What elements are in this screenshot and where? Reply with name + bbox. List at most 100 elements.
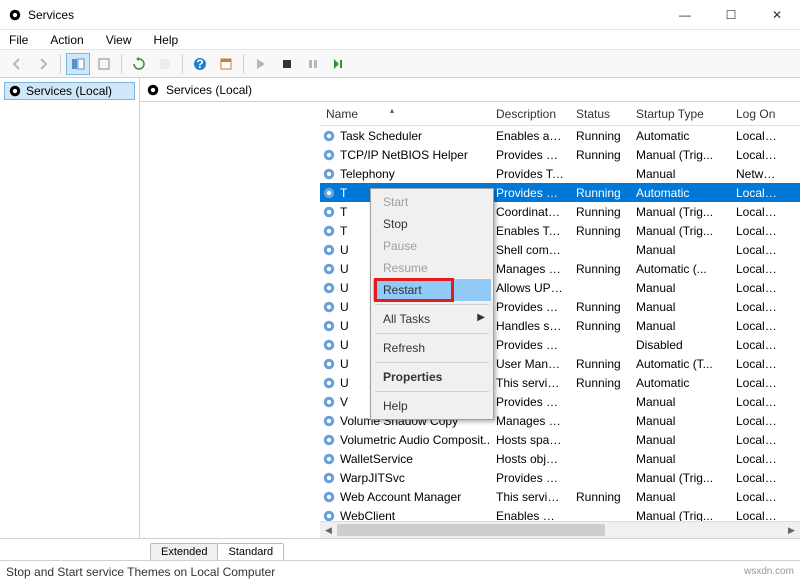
- gear-icon: [322, 452, 336, 466]
- service-description: Enables a us...: [490, 129, 570, 143]
- window-controls: — ☐ ✕: [662, 0, 800, 30]
- gear-icon: [322, 471, 336, 485]
- service-name: Web Account Manager: [340, 490, 461, 504]
- restart-service-button[interactable]: [327, 53, 351, 75]
- ctx-separator: [375, 391, 489, 392]
- title-bar: Services — ☐ ✕: [0, 0, 800, 30]
- service-row[interactable]: Task SchedulerEnables a us...RunningAuto…: [320, 126, 800, 145]
- gear-icon: [322, 186, 336, 200]
- column-description[interactable]: Description: [490, 107, 570, 121]
- refresh-button[interactable]: [127, 53, 151, 75]
- service-description: User Manag...: [490, 357, 570, 371]
- svg-text:?: ?: [196, 57, 203, 71]
- maximize-button[interactable]: ☐: [708, 0, 754, 30]
- service-logon: Local Sy: [730, 452, 785, 466]
- stop-service-button[interactable]: [275, 53, 299, 75]
- service-status: Running: [570, 148, 630, 162]
- gear-icon: [322, 148, 336, 162]
- gear-icon: [322, 281, 336, 295]
- menu-bar: File Action View Help: [0, 30, 800, 50]
- service-logon: Local Se: [730, 148, 785, 162]
- service-description: This service ...: [490, 490, 570, 504]
- ctx-resume: Resume: [373, 257, 491, 279]
- service-startup: Manual: [630, 167, 730, 181]
- service-name: T: [340, 224, 347, 238]
- pause-service-button[interactable]: [301, 53, 325, 75]
- scroll-track[interactable]: [337, 522, 783, 538]
- gear-icon: [8, 84, 22, 98]
- service-row[interactable]: Volumetric Audio Composit...Hosts spatia…: [320, 430, 800, 449]
- service-startup: Disabled: [630, 338, 730, 352]
- service-name: T: [340, 186, 347, 200]
- service-description: Shell comp...: [490, 243, 570, 257]
- minimize-button[interactable]: —: [662, 0, 708, 30]
- column-name[interactable]: Name▴: [320, 107, 490, 121]
- menu-action[interactable]: Action: [46, 31, 87, 49]
- scroll-thumb[interactable]: [337, 524, 605, 536]
- service-row[interactable]: TelephonyProvides Tel...ManualNetwork: [320, 164, 800, 183]
- service-description: Enables Tou...: [490, 224, 570, 238]
- tree-node-services-local[interactable]: Services (Local): [4, 82, 135, 100]
- service-logon: Local Sy: [730, 414, 785, 428]
- service-name: Task Scheduler: [340, 129, 422, 143]
- gear-icon: [322, 300, 336, 314]
- service-name: U: [340, 300, 349, 314]
- service-description: Handles sto...: [490, 319, 570, 333]
- ctx-refresh[interactable]: Refresh: [373, 337, 491, 359]
- scroll-left-button[interactable]: ◀: [320, 522, 337, 538]
- toolbar-separator: [60, 54, 61, 74]
- service-row[interactable]: WalletServiceHosts objec...ManualLocal S…: [320, 449, 800, 468]
- forward-button[interactable]: [31, 53, 55, 75]
- service-name: U: [340, 262, 349, 276]
- menu-file[interactable]: File: [5, 31, 32, 49]
- service-logon: Local Sy: [730, 243, 785, 257]
- menu-view[interactable]: View: [102, 31, 136, 49]
- gear-icon: [322, 338, 336, 352]
- column-log-on[interactable]: Log On: [730, 107, 785, 121]
- toolbar-separator: [121, 54, 122, 74]
- service-row[interactable]: TCP/IP NetBIOS HelperProvides su...Runni…: [320, 145, 800, 164]
- gear-icon: [322, 262, 336, 276]
- back-button[interactable]: [5, 53, 29, 75]
- close-button[interactable]: ✕: [754, 0, 800, 30]
- gear-icon: [146, 83, 160, 97]
- start-service-button[interactable]: [249, 53, 273, 75]
- service-startup: Manual: [630, 490, 730, 504]
- service-startup: Automatic: [630, 376, 730, 390]
- show-hide-tree-button[interactable]: [66, 53, 90, 75]
- column-status[interactable]: Status: [570, 107, 630, 121]
- properties-button[interactable]: [214, 53, 238, 75]
- menu-help[interactable]: Help: [150, 31, 183, 49]
- service-name: U: [340, 357, 349, 371]
- help-button[interactable]: ?: [188, 53, 212, 75]
- column-startup-type[interactable]: Startup Type: [630, 107, 730, 121]
- service-logon: Local Se: [730, 471, 785, 485]
- export-list-button[interactable]: [153, 53, 177, 75]
- app-icon: [8, 8, 22, 22]
- ctx-all-tasks[interactable]: All Tasks▶: [373, 308, 491, 330]
- tab-standard[interactable]: Standard: [217, 543, 284, 560]
- ctx-stop[interactable]: Stop: [373, 213, 491, 235]
- service-row[interactable]: WarpJITSvcProvides a JI...Manual (Trig..…: [320, 468, 800, 487]
- tab-extended[interactable]: Extended: [150, 543, 218, 560]
- service-startup: Automatic (T...: [630, 357, 730, 371]
- toolbar-separator: [243, 54, 244, 74]
- export-button[interactable]: [92, 53, 116, 75]
- service-name: Volumetric Audio Composit...: [340, 433, 490, 447]
- service-name: WarpJITSvc: [340, 471, 405, 485]
- ctx-properties[interactable]: Properties: [373, 366, 491, 388]
- service-description: This service ...: [490, 376, 570, 390]
- horizontal-scrollbar[interactable]: ◀ ▶: [320, 521, 800, 538]
- ctx-restart[interactable]: Restart: [373, 279, 491, 301]
- scroll-right-button[interactable]: ▶: [783, 522, 800, 538]
- context-menu: Start Stop Pause Resume Restart All Task…: [370, 188, 494, 420]
- service-logon: Local Sy: [730, 186, 785, 200]
- service-row[interactable]: Web Account ManagerThis service ...Runni…: [320, 487, 800, 506]
- tree-node-label: Services (Local): [26, 84, 112, 98]
- service-logon: Local Se: [730, 281, 785, 295]
- gear-icon: [322, 357, 336, 371]
- service-startup: Manual: [630, 452, 730, 466]
- service-description: Provides su...: [490, 148, 570, 162]
- service-startup: Manual: [630, 300, 730, 314]
- ctx-help[interactable]: Help: [373, 395, 491, 417]
